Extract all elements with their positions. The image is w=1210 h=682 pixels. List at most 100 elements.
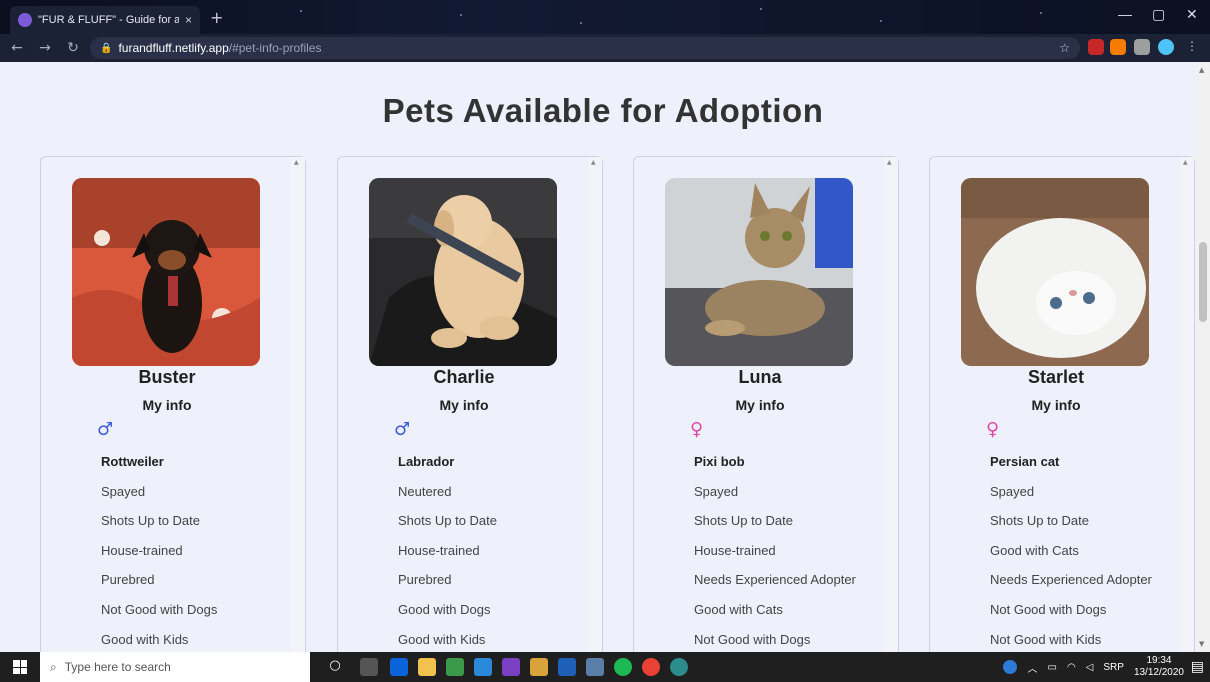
page-heading: Pets Available for Adoption (382, 92, 824, 129)
male-icon: ♂ (97, 419, 114, 440)
help-icon[interactable] (1003, 660, 1018, 674)
card-scrollbar[interactable] (291, 157, 305, 652)
pet-trait: House-trained (694, 542, 776, 558)
vscode-icon[interactable] (474, 658, 492, 676)
input-language[interactable]: SRP (1103, 662, 1124, 673)
pet-trait: Shots Up to Date (398, 513, 497, 529)
card-scrollbar[interactable] (1180, 157, 1194, 652)
card-scrollbar[interactable] (884, 157, 898, 652)
pet-name: Buster (138, 367, 196, 387)
close-window-button[interactable]: ✕ (1186, 6, 1198, 23)
pet-trait: Purebred (101, 572, 155, 588)
new-tab-button[interactable]: + (210, 8, 223, 27)
search-icon: ⌕ (50, 659, 57, 674)
maximize-button[interactable]: ▢ (1152, 6, 1165, 23)
tab-title: "FUR & FLUFF" - Guide for adopt (38, 14, 179, 26)
pet-breed: Labrador (398, 454, 455, 469)
back-arrow-icon[interactable]: ← (6, 40, 28, 56)
my-info-label: My info (142, 397, 192, 413)
pet-trait: Shots Up to Date (101, 513, 200, 529)
rss-extension-icon[interactable] (1110, 39, 1126, 55)
pet-trait: Good with Dogs (398, 601, 491, 617)
app-icon[interactable] (586, 658, 604, 676)
card-scrollbar[interactable] (588, 157, 602, 652)
dropbox-icon[interactable] (390, 658, 408, 676)
system-tray: ︿ ▭ ◠ ◁ SRP 19:34 13/12/2020 (1003, 652, 1184, 682)
background-star (1040, 12, 1042, 14)
pet-trait: Neutered (398, 483, 452, 499)
notification-center-icon[interactable]: ▤ (1191, 659, 1204, 675)
lock-icon: 🔒 (100, 42, 113, 54)
pet-breed: Rottweiler (101, 454, 164, 469)
female-icon: ♀ (986, 419, 1000, 440)
pet-breed: Pixi bob (694, 454, 745, 469)
reload-icon[interactable]: ↻ (62, 40, 84, 56)
paw-favicon-icon (18, 13, 32, 27)
minimize-button[interactable]: — (1118, 6, 1132, 22)
address-bar[interactable]: 🔒 furandfluff.netlify.app /#pet-info-pro… (90, 37, 1080, 59)
taskbar-search[interactable]: ⌕ Type here to search (40, 652, 310, 682)
page-scrollbar[interactable]: ▲ ▼ (1196, 62, 1210, 652)
tab-close-icon[interactable]: × (185, 13, 192, 27)
pet-trait: Spayed (101, 483, 146, 499)
pet-card-charlie: Charlie My info ♂ Labrador Neutered Shot… (337, 156, 603, 652)
pet-traits-list: Labrador Neutered Shots Up to Date House… (398, 453, 497, 652)
url-host: furandfluff.netlify.app (118, 41, 229, 55)
pet-trait: Not Good with Dogs (694, 631, 811, 647)
cortana-icon[interactable]: ○ (326, 658, 344, 676)
pet-breed: Persian cat (990, 454, 1060, 469)
visual-studio-icon[interactable] (502, 658, 520, 676)
battery-icon[interactable]: ▭ (1047, 662, 1056, 673)
pet-trait: Good with Kids (398, 631, 486, 647)
my-info-label: My info (1031, 397, 1081, 413)
volume-icon[interactable]: ◁ (1086, 662, 1094, 673)
pet-trait: Good with Cats (694, 601, 783, 617)
start-button[interactable] (0, 652, 40, 682)
word-icon[interactable] (558, 658, 576, 676)
bookmark-star-icon[interactable]: ☆ (1059, 41, 1070, 55)
profile-avatar-icon[interactable] (1158, 39, 1174, 55)
scroll-up-arrow-icon[interactable]: ▲ (1199, 66, 1204, 74)
scroll-down-arrow-icon[interactable]: ▼ (1199, 640, 1204, 648)
pet-name: Luna (738, 367, 782, 387)
pet-trait: Shots Up to Date (990, 513, 1089, 529)
my-info-label: My info (735, 397, 785, 413)
app-icon[interactable] (446, 658, 464, 676)
task-view-icon[interactable] (360, 658, 378, 676)
extensions-puzzle-icon[interactable] (1134, 39, 1150, 55)
my-info-label: My info (439, 397, 489, 413)
page-content: Pets Available for Adoption Buster My in… (0, 62, 1196, 652)
paint-icon[interactable] (530, 658, 548, 676)
clock-time: 19:34 (1146, 655, 1172, 666)
background-star (460, 14, 462, 16)
background-star (760, 8, 762, 10)
pet-trait: Good with Cats (990, 542, 1079, 558)
pet-trait: Good with Kids (101, 631, 189, 647)
browser-tab[interactable]: "FUR & FLUFF" - Guide for adopt × (10, 6, 200, 34)
spotify-icon[interactable] (614, 658, 632, 676)
chrome-icon[interactable] (642, 658, 660, 676)
background-star (580, 22, 582, 24)
male-icon: ♂ (394, 419, 411, 440)
pet-card-buster: Buster My info ♂ Rottweiler Spayed Shots… (40, 156, 306, 652)
ublock-extension-icon[interactable] (1088, 39, 1104, 55)
pet-name: Starlet (1027, 367, 1085, 387)
file-explorer-icon[interactable] (418, 658, 436, 676)
pet-trait: House-trained (398, 542, 480, 558)
female-icon: ♀ (690, 419, 704, 440)
pet-name: Charlie (433, 367, 495, 387)
pet-card-starlet: Starlet My info ♀ Persian cat Spayed Sho… (929, 156, 1195, 652)
forward-arrow-icon[interactable]: → (34, 40, 56, 56)
windows-logo-icon (13, 660, 27, 674)
pet-trait: Spayed (990, 483, 1035, 499)
chrome-canary-icon[interactable] (670, 658, 688, 676)
chevron-up-icon[interactable]: ︿ (1027, 660, 1037, 675)
clock[interactable]: 19:34 13/12/2020 (1134, 655, 1184, 679)
pet-traits-list: Persian cat Spayed Shots Up to Date Good… (990, 453, 1152, 652)
pet-card-luna: Luna My info ♀ Pixi bob Spayed Shots Up … (633, 156, 899, 652)
pet-trait: Shots Up to Date (694, 513, 793, 529)
wifi-icon[interactable]: ◠ (1067, 662, 1076, 673)
browser-menu-icon[interactable]: ⋮ (1184, 39, 1200, 55)
pet-photo-luna (665, 178, 853, 366)
scrollbar-thumb[interactable] (1199, 242, 1207, 322)
